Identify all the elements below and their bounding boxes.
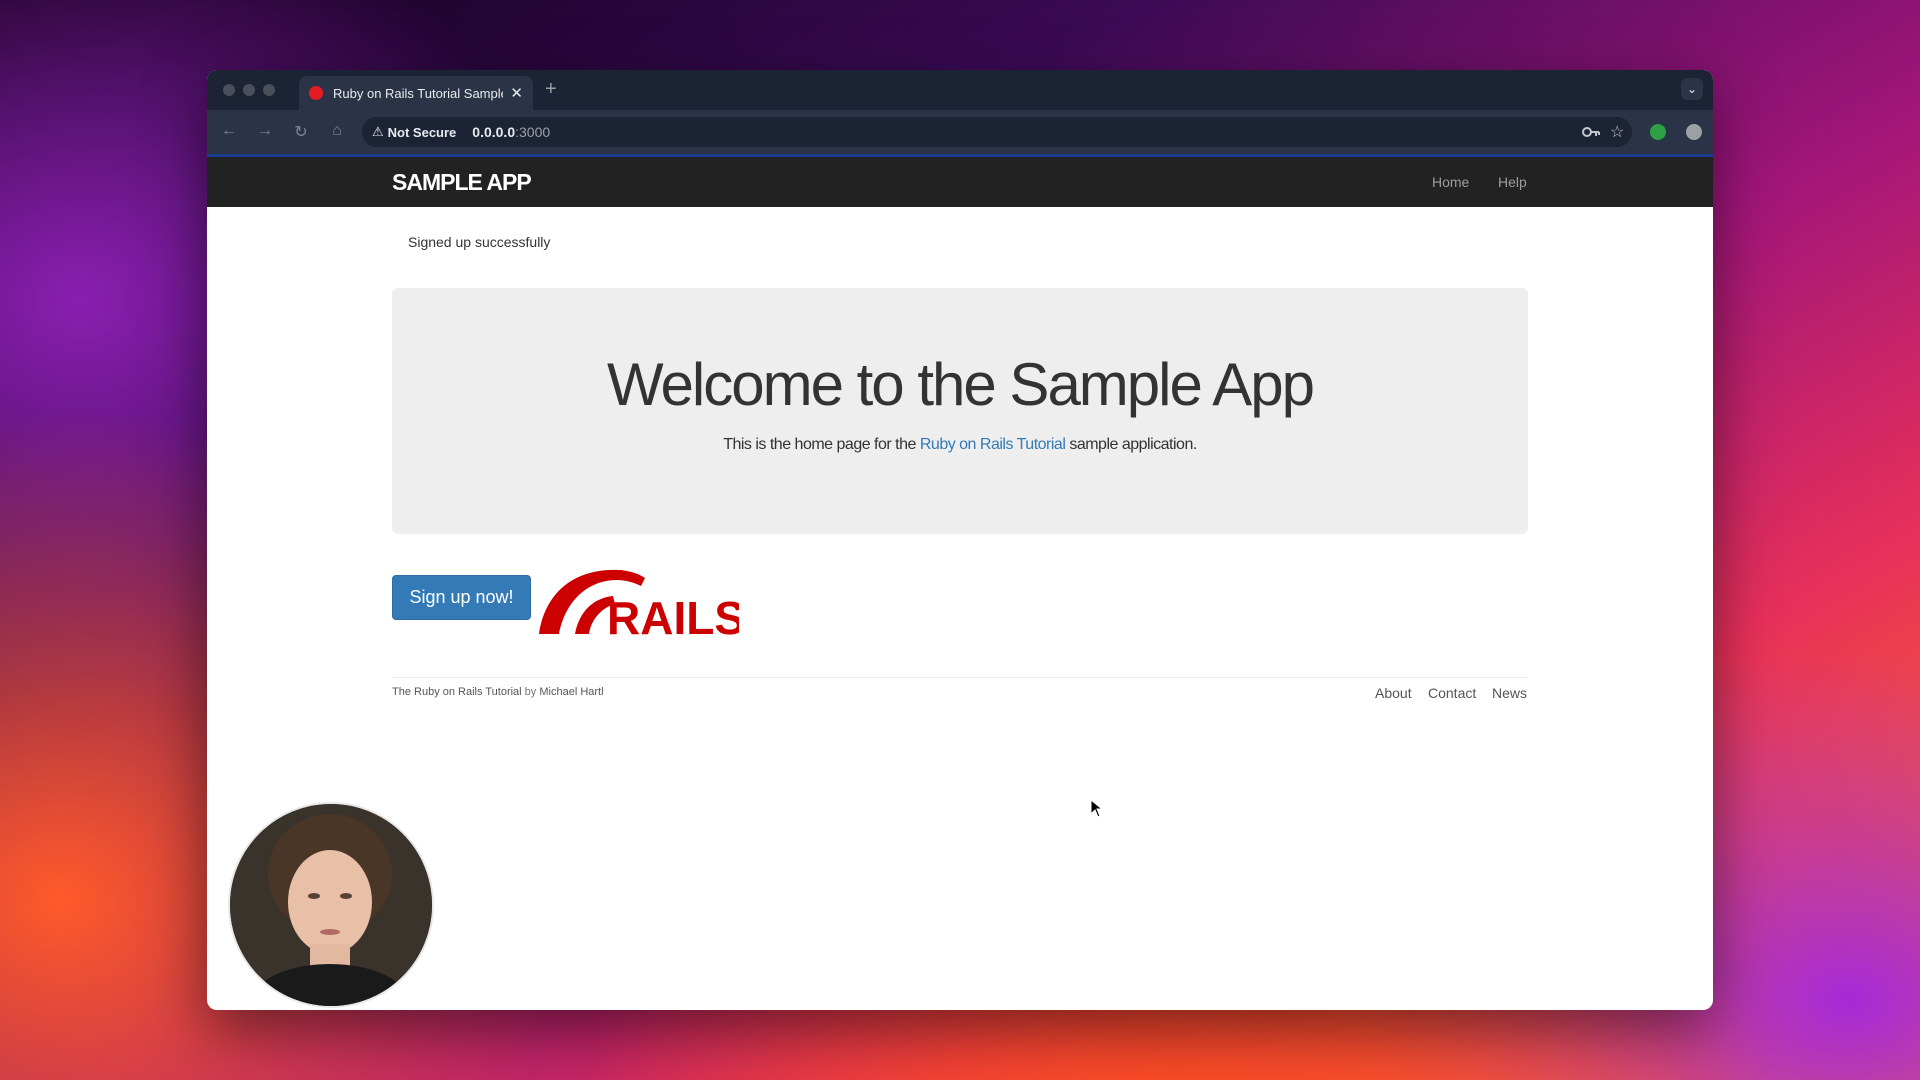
footer-tutorial-link[interactable]: The Ruby on Rails Tutorial (392, 686, 522, 698)
hero-lead-after: sample application. (1065, 436, 1197, 453)
site-logo[interactable]: SAMPLE APP (392, 169, 532, 196)
browser-toolbar: ← → ↻ ⌂ ⚠ Not Secure 0.0.0.0:3000 ☆ (207, 110, 1713, 154)
minimize-window-button[interactable] (243, 84, 255, 96)
footer-link-contact[interactable]: Contact (1428, 685, 1476, 701)
rails-logo-text: RAILS (607, 592, 739, 638)
signup-button[interactable]: Sign up now! (392, 575, 531, 620)
warning-icon: ⚠ (372, 124, 384, 139)
flash-message: Signed up successfully (408, 234, 551, 250)
back-arrow-icon[interactable]: ← (219, 122, 239, 140)
close-window-button[interactable] (223, 84, 235, 96)
presenter-video (230, 804, 432, 1006)
hero-lead: This is the home page for the Ruby on Ra… (392, 436, 1528, 454)
webcam-overlay (228, 802, 434, 1008)
star-icon[interactable]: ☆ (1610, 122, 1624, 142)
security-label[interactable]: Not Secure (388, 125, 457, 140)
rails-tutorial-link[interactable]: Ruby on Rails Tutorial (920, 436, 1066, 453)
new-tab-button[interactable]: + (545, 78, 557, 101)
close-tab-icon[interactable]: ✕ (510, 84, 523, 102)
rails-logo[interactable]: RAILS (535, 562, 739, 638)
footer-link-news[interactable]: News (1492, 685, 1527, 701)
nav-link-home[interactable]: Home (1432, 174, 1469, 190)
hero-title: Welcome to the Sample App (607, 351, 1315, 418)
footer-by: by (521, 686, 540, 698)
nav-link-help[interactable]: Help (1498, 174, 1527, 190)
footer-divider (392, 677, 1528, 678)
key-icon[interactable] (1582, 125, 1600, 139)
extension-green-icon[interactable] (1650, 124, 1666, 140)
reload-icon[interactable]: ↻ (291, 122, 311, 142)
mouse-cursor-icon (1091, 800, 1103, 818)
footer-credit: The Ruby on Rails Tutorial by Michael Ha… (392, 686, 604, 698)
rails-favicon-icon (309, 86, 323, 100)
footer-author-link[interactable]: Michael Hartl (539, 686, 603, 698)
extension-globe-icon[interactable] (1686, 124, 1702, 140)
tab-title: Ruby on Rails Tutorial Sample (333, 85, 503, 101)
home-icon[interactable]: ⌂ (327, 122, 347, 140)
site-navbar: SAMPLE APP Home Help (207, 157, 1713, 207)
maximize-window-button[interactable] (263, 84, 275, 96)
browser-window: Ruby on Rails Tutorial Sample ✕ + ⌄ ← → … (207, 70, 1713, 1010)
tab-sample-app[interactable]: Ruby on Rails Tutorial Sample ✕ (299, 76, 533, 110)
url-port: :3000 (515, 124, 551, 140)
address-bar[interactable]: ⚠ Not Secure 0.0.0.0:3000 ☆ (362, 117, 1632, 147)
hero-jumbotron: Welcome to the Sample App This is the ho… (392, 288, 1528, 534)
hero-lead-before: This is the home page for the (723, 436, 920, 453)
tab-bar: Ruby on Rails Tutorial Sample ✕ + ⌄ (207, 70, 1713, 110)
forward-arrow-icon[interactable]: → (255, 122, 275, 140)
url-text[interactable]: 0.0.0.0:3000 (472, 124, 550, 140)
url-host: 0.0.0.0 (472, 124, 516, 140)
footer-link-about[interactable]: About (1375, 685, 1412, 701)
tab-search-chevron-icon[interactable]: ⌄ (1681, 78, 1703, 100)
